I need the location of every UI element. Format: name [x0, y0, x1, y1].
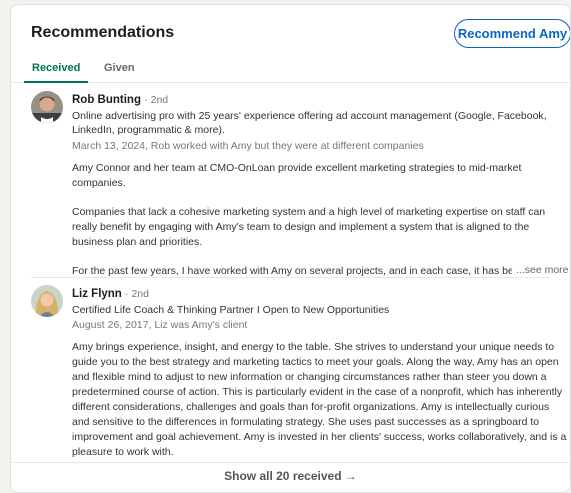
- section-title: Recommendations: [31, 24, 175, 41]
- recommendation-meta: March 13, 2024, Rob worked with Amy but …: [72, 140, 424, 152]
- tab-given[interactable]: Given: [104, 62, 135, 74]
- recommender-headline: Online advertising pro with 25 years' ex…: [72, 110, 547, 136]
- recommendations-tabs: Received Given: [11, 55, 570, 83]
- avatar[interactable]: [31, 91, 63, 123]
- connection-degree: · 2nd: [144, 94, 169, 106]
- recommendations-card: Recommendations Recommend Amy Received G…: [10, 4, 571, 493]
- tab-received[interactable]: Received: [32, 62, 80, 74]
- recommendation-paragraph: Companies that lack a cohesive marketing…: [72, 206, 546, 248]
- recommendation-meta: August 26, 2017, Liz was Amy's client: [72, 319, 248, 331]
- recommender-name-line: Liz Flynn · 2nd: [72, 288, 149, 300]
- recommend-button[interactable]: Recommend Amy: [454, 19, 570, 48]
- avatar-image-rob: [31, 91, 63, 123]
- recommender-name[interactable]: Rob Bunting: [72, 94, 141, 106]
- avatar[interactable]: [31, 285, 63, 317]
- card-footer: Show all 20 received →: [11, 462, 570, 492]
- connection-degree: · 2nd: [125, 288, 149, 300]
- avatar-image-liz: [31, 285, 63, 317]
- recommender-name-line: Rob Bunting · 2nd: [72, 94, 168, 106]
- divider: [31, 277, 550, 278]
- active-tab-indicator: [24, 81, 88, 83]
- see-more-link[interactable]: ...see more: [516, 264, 569, 276]
- recommender-name[interactable]: Liz Flynn: [72, 288, 122, 300]
- recommendation-paragraph: Amy Connor and her team at CMO-OnLoan pr…: [72, 162, 522, 189]
- recommender-headline: Certified Life Coach & Thinking Partner …: [72, 304, 390, 316]
- show-all-link[interactable]: Show all 20 received →: [11, 469, 570, 483]
- recommendation-paragraph: Amy brings experience, insight, and ener…: [72, 341, 567, 458]
